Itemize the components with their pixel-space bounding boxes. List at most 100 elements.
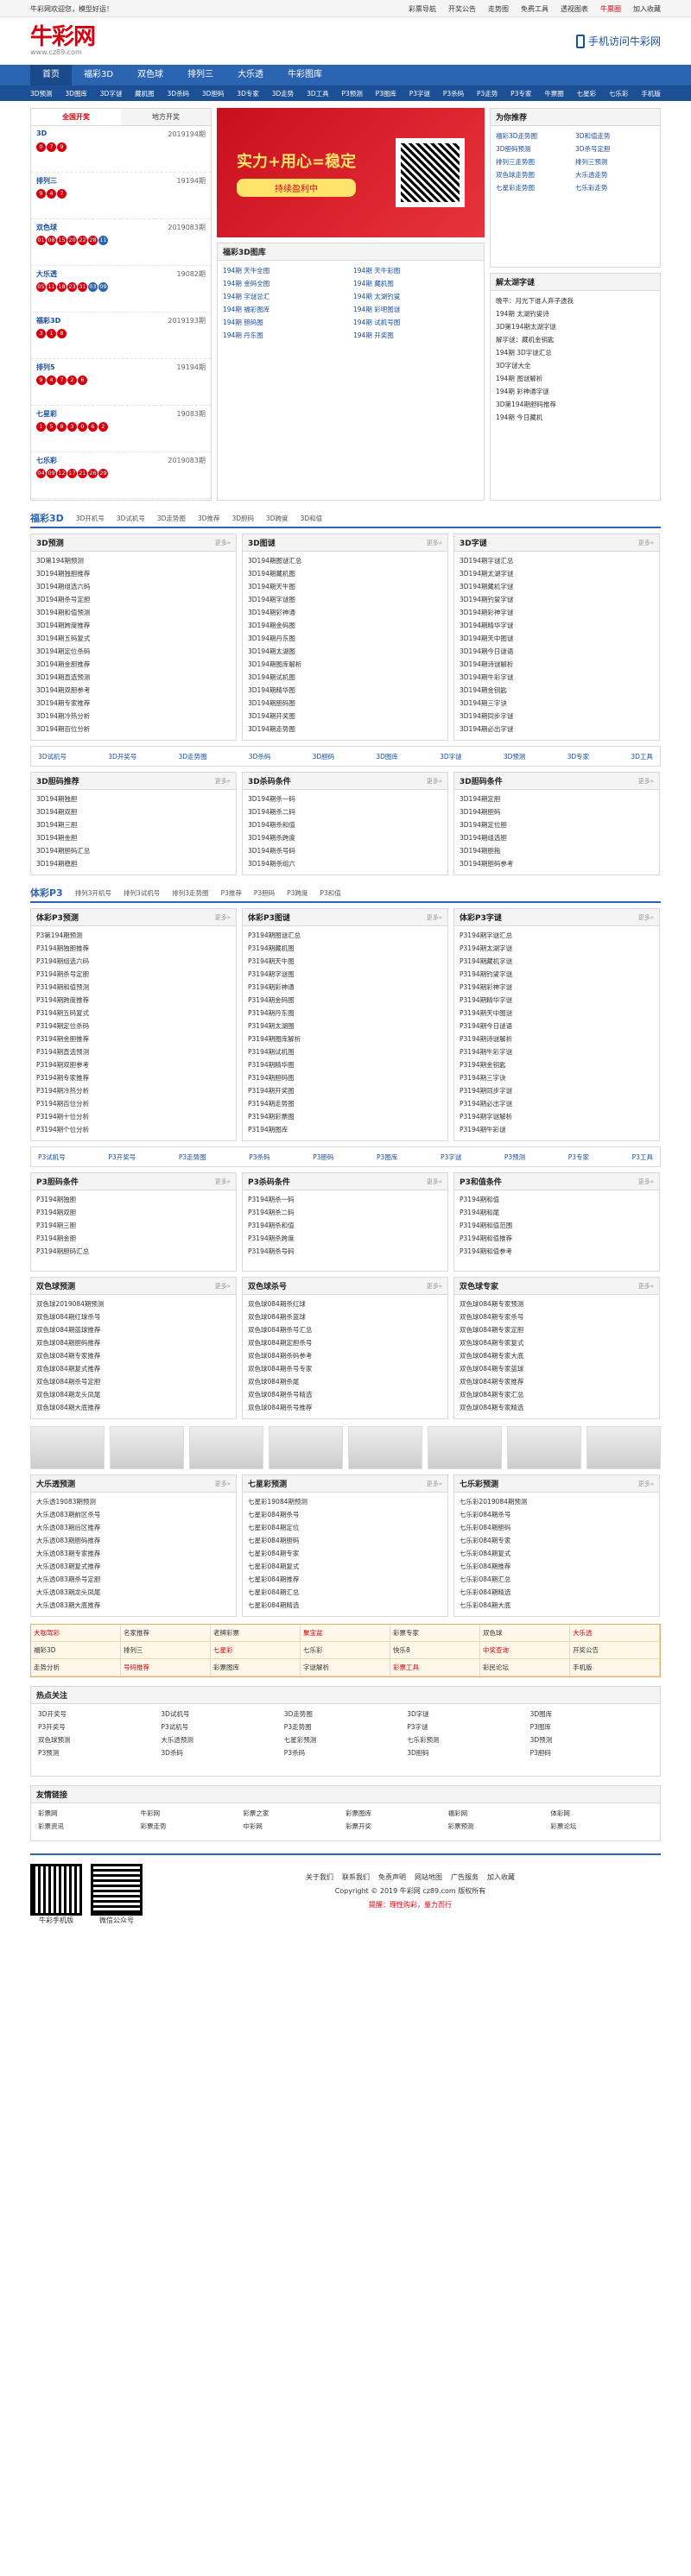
- keyword-bar-3d-link[interactable]: 3D图库: [376, 752, 398, 761]
- col-3d-item[interactable]: 3D194期藏机字谜: [460, 580, 654, 593]
- hot-link[interactable]: 3D试机号: [161, 1708, 283, 1720]
- col-p3-item[interactable]: P3194期钓叟字谜: [460, 968, 654, 981]
- product-thumb[interactable]: [189, 1426, 263, 1469]
- col-3d-item[interactable]: 3D194期诗谜解析: [460, 658, 654, 671]
- nav-item[interactable]: 排列三: [175, 65, 225, 85]
- rank-link[interactable]: 七星彩走势图: [496, 181, 575, 194]
- subnav-item[interactable]: 藏机图: [135, 89, 155, 98]
- col-3d-item[interactable]: 3D194期金胆推荐: [36, 658, 231, 671]
- col-3d-item[interactable]: 3D194期直选预测: [36, 671, 231, 684]
- col-3d-item[interactable]: 3D194期金码图: [248, 619, 442, 632]
- footer-link[interactable]: 网站地图: [415, 1871, 442, 1885]
- keyword-bar-p3-link[interactable]: P3试机号: [38, 1152, 66, 1162]
- rank-link[interactable]: 双色球走势图: [496, 168, 575, 181]
- tuku-link[interactable]: 194期 金码全图: [223, 277, 348, 290]
- col-p3-item[interactable]: P3194期双胆参考: [36, 1058, 231, 1071]
- col-3d-b-item[interactable]: 3D194期金胆: [36, 831, 231, 844]
- col-dlt-item[interactable]: 七乐彩084期胆码: [460, 1521, 654, 1534]
- col-dlt-item[interactable]: 七星彩19084期预测: [248, 1495, 442, 1508]
- col-3d-item[interactable]: 3D194期独胆推荐: [36, 567, 231, 580]
- col-p3-item[interactable]: P3194期金钥匙: [460, 1058, 654, 1071]
- zimi-link[interactable]: 3D字谜大全: [496, 359, 655, 372]
- col-3d-item[interactable]: 3D194期太湖图: [248, 645, 442, 658]
- tuku-link[interactable]: 194期 丹东图: [223, 329, 348, 342]
- ad-link[interactable]: 大咖驾彩: [31, 1625, 121, 1642]
- col-p3-item[interactable]: P3194期胆码图: [248, 1071, 442, 1084]
- tuku-link[interactable]: 194期 试机号图: [353, 316, 479, 329]
- col-p3-item[interactable]: P3194期组选六码: [36, 955, 231, 968]
- hot-link[interactable]: 七乐彩预测: [407, 1733, 529, 1746]
- more-link[interactable]: 更多»: [215, 1282, 231, 1291]
- zimi-link[interactable]: 194期 今日藏机: [496, 411, 655, 424]
- more-link[interactable]: 更多»: [215, 1480, 231, 1488]
- col-dlt-item[interactable]: 七乐彩2019084期预测: [460, 1495, 654, 1508]
- promo-banner[interactable]: 实力+用心=稳定 持续盈利中: [217, 108, 485, 237]
- col-p3-item[interactable]: P3194期跨度推荐: [36, 994, 231, 1007]
- col-3d-item[interactable]: 3D194期五码复式: [36, 632, 231, 645]
- col-3d-b-item[interactable]: 3D194期杀和值: [248, 818, 442, 831]
- friend-link[interactable]: 彩票预测: [448, 1820, 551, 1833]
- sec-3d-tab[interactable]: 3D推荐: [198, 514, 220, 523]
- col-p3-item[interactable]: P3194期彩神字谜: [460, 981, 654, 994]
- col-dlt-item[interactable]: 七乐彩084期专家: [460, 1534, 654, 1547]
- more-link[interactable]: 更多»: [427, 1282, 442, 1291]
- col-ssq-item[interactable]: 双色球084期大底推荐: [36, 1401, 231, 1414]
- col-p3-item[interactable]: P3194期字谜汇总: [460, 929, 654, 942]
- col-p3-item[interactable]: P3194期诗谜解析: [460, 1032, 654, 1045]
- col-p3-item[interactable]: P3194期藏机字谜: [460, 955, 654, 968]
- subnav-item[interactable]: 3D预测: [30, 89, 53, 98]
- ad-link[interactable]: 双色球: [480, 1625, 570, 1642]
- friend-link[interactable]: 彩票走势: [141, 1820, 244, 1833]
- col-p3-item[interactable]: P3194期今日谜语: [460, 1020, 654, 1032]
- nav-home[interactable]: 首页: [30, 65, 72, 85]
- col-ssq-item[interactable]: 双色球084期专家推荐: [36, 1349, 231, 1362]
- col-3d-item[interactable]: 3D194期试机图: [248, 671, 442, 684]
- col-ssq-item[interactable]: 双色球084期龙头凤尾: [36, 1388, 231, 1401]
- sec-3d-title[interactable]: 福彩3D: [30, 511, 64, 525]
- keyword-bar-3d-link[interactable]: 3D胆码: [313, 752, 335, 761]
- col-3d-b-item[interactable]: 3D194期胆码汇总: [36, 844, 231, 857]
- col-ssq-item[interactable]: 双色球084期专家预测: [460, 1297, 654, 1310]
- col-p3-b-item[interactable]: P3194期杀号码: [248, 1245, 442, 1258]
- col-3d-item[interactable]: 3D194期天中图谜: [460, 632, 654, 645]
- more-link[interactable]: 更多»: [215, 1178, 231, 1186]
- col-p3-item[interactable]: P3194期独胆推荐: [36, 942, 231, 955]
- sec-3d-tab[interactable]: 3D走势图: [157, 514, 186, 523]
- lottery-name[interactable]: 3D: [36, 129, 47, 139]
- lottery-name[interactable]: 双色球: [36, 223, 57, 232]
- subnav-item[interactable]: 七星彩: [577, 89, 597, 98]
- ad-link[interactable]: 手机版: [570, 1659, 660, 1676]
- col-3d-item[interactable]: 3D194期精华字谜: [460, 619, 654, 632]
- hot-link[interactable]: P3走势图: [284, 1720, 407, 1733]
- col-p3-item[interactable]: P3194期和值预测: [36, 981, 231, 994]
- more-link[interactable]: 更多»: [638, 1282, 654, 1291]
- hot-link[interactable]: 七星彩预测: [284, 1733, 407, 1746]
- tuku-link[interactable]: 194期 彩吧图谜: [353, 303, 479, 316]
- subnav-item[interactable]: 3D图库: [65, 89, 87, 98]
- col-dlt-item[interactable]: 七乐彩084期推荐: [460, 1560, 654, 1573]
- more-link[interactable]: 更多»: [215, 913, 231, 922]
- product-thumb[interactable]: [110, 1426, 184, 1469]
- ad-link[interactable]: 彩票图库: [211, 1659, 301, 1676]
- col-ssq-item[interactable]: 双色球084期专家杀号: [460, 1310, 654, 1323]
- col-p3-item[interactable]: P3194期图谜汇总: [248, 929, 442, 942]
- col-dlt-item[interactable]: 大乐透083期前区杀号: [36, 1508, 231, 1521]
- ad-link[interactable]: 福彩3D: [31, 1642, 121, 1659]
- friend-link[interactable]: 彩票开奖: [346, 1820, 448, 1833]
- col-ssq-item[interactable]: 双色球084期复式推荐: [36, 1362, 231, 1375]
- col-p3-item[interactable]: P3194期必出字谜: [460, 1097, 654, 1110]
- col-3d-b-item[interactable]: 3D194期三胆: [36, 818, 231, 831]
- more-link[interactable]: 更多»: [427, 539, 442, 547]
- ad-link[interactable]: 字谜解析: [301, 1659, 390, 1676]
- sec-3d-tab[interactable]: 3D试机号: [117, 514, 145, 523]
- ad-link[interactable]: 大乐透: [570, 1625, 660, 1642]
- subnav-item[interactable]: 七乐彩: [609, 89, 629, 98]
- product-thumb[interactable]: [269, 1426, 343, 1469]
- top-link[interactable]: 免费工具: [521, 4, 548, 14]
- lottery-name[interactable]: 福彩3D: [36, 316, 60, 325]
- col-dlt-item[interactable]: 大乐透083期后区推荐: [36, 1521, 231, 1534]
- col-3d-item[interactable]: 3D194期字谜汇总: [460, 554, 654, 567]
- friend-link[interactable]: 彩票论坛: [550, 1820, 653, 1833]
- col-ssq-item[interactable]: 双色球2019084期预测: [36, 1297, 231, 1310]
- col-ssq-item[interactable]: 双色球084期胆码推荐: [36, 1336, 231, 1349]
